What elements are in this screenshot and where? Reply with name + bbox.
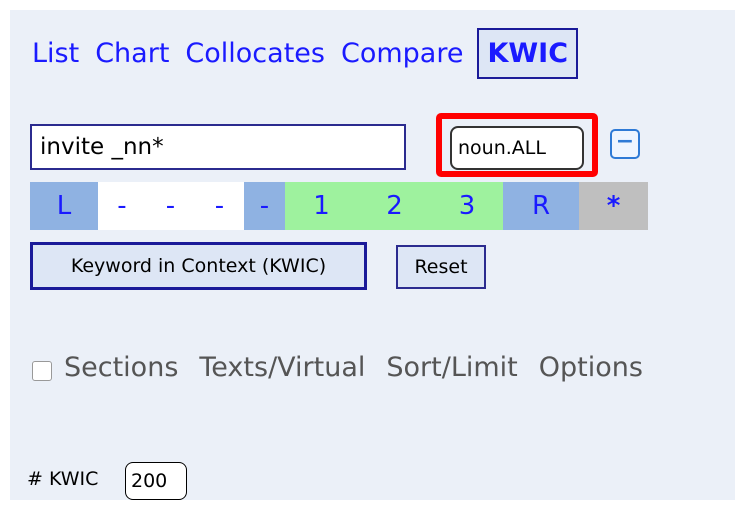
sections-checkbox[interactable]	[32, 360, 52, 381]
minus-icon[interactable]: −	[610, 129, 640, 159]
kwic-search-button[interactable]: Keyword in Context (KWIC)	[30, 242, 367, 290]
nav-kwic-link[interactable]: KWIC	[477, 27, 579, 79]
main-nav: List Chart Collocates Compare KWIC	[32, 24, 594, 82]
slot-l3[interactable]: -	[98, 182, 146, 230]
tab-texts-virtual[interactable]: Texts/Virtual	[199, 352, 365, 383]
slot-l2[interactable]: -	[146, 182, 195, 230]
query-panel: List Chart Collocates Compare KWIC − L -…	[10, 10, 735, 500]
collocate-slot-bar: L - - - - 1 2 3 R *	[30, 182, 648, 230]
search-query-input[interactable]	[30, 124, 406, 170]
slot-r2[interactable]: 2	[358, 182, 431, 230]
slot-node[interactable]: -	[244, 182, 285, 230]
nav-compare-link[interactable]: Compare	[341, 40, 463, 67]
tab-options[interactable]: Options	[539, 352, 643, 383]
nav-chart-link[interactable]: Chart	[95, 40, 169, 67]
option-tabs: Sections Texts/Virtual Sort/Limit Option…	[32, 352, 664, 383]
slot-any[interactable]: *	[579, 182, 648, 230]
tab-sections[interactable]: Sections	[64, 352, 178, 383]
tab-sort-limit[interactable]: Sort/Limit	[386, 352, 517, 383]
slot-l1[interactable]: -	[195, 182, 244, 230]
slot-left[interactable]: L	[30, 182, 98, 230]
kwic-count-input[interactable]	[125, 462, 187, 500]
slot-r3[interactable]: 3	[431, 182, 503, 230]
slot-r1[interactable]: 1	[285, 182, 358, 230]
pos-filter-input[interactable]	[450, 126, 584, 170]
slot-right[interactable]: R	[503, 182, 579, 230]
nav-collocates-link[interactable]: Collocates	[185, 40, 325, 67]
kwic-count-label: # KWIC	[27, 468, 99, 490]
reset-button[interactable]: Reset	[396, 245, 486, 289]
nav-list-link[interactable]: List	[32, 40, 79, 67]
